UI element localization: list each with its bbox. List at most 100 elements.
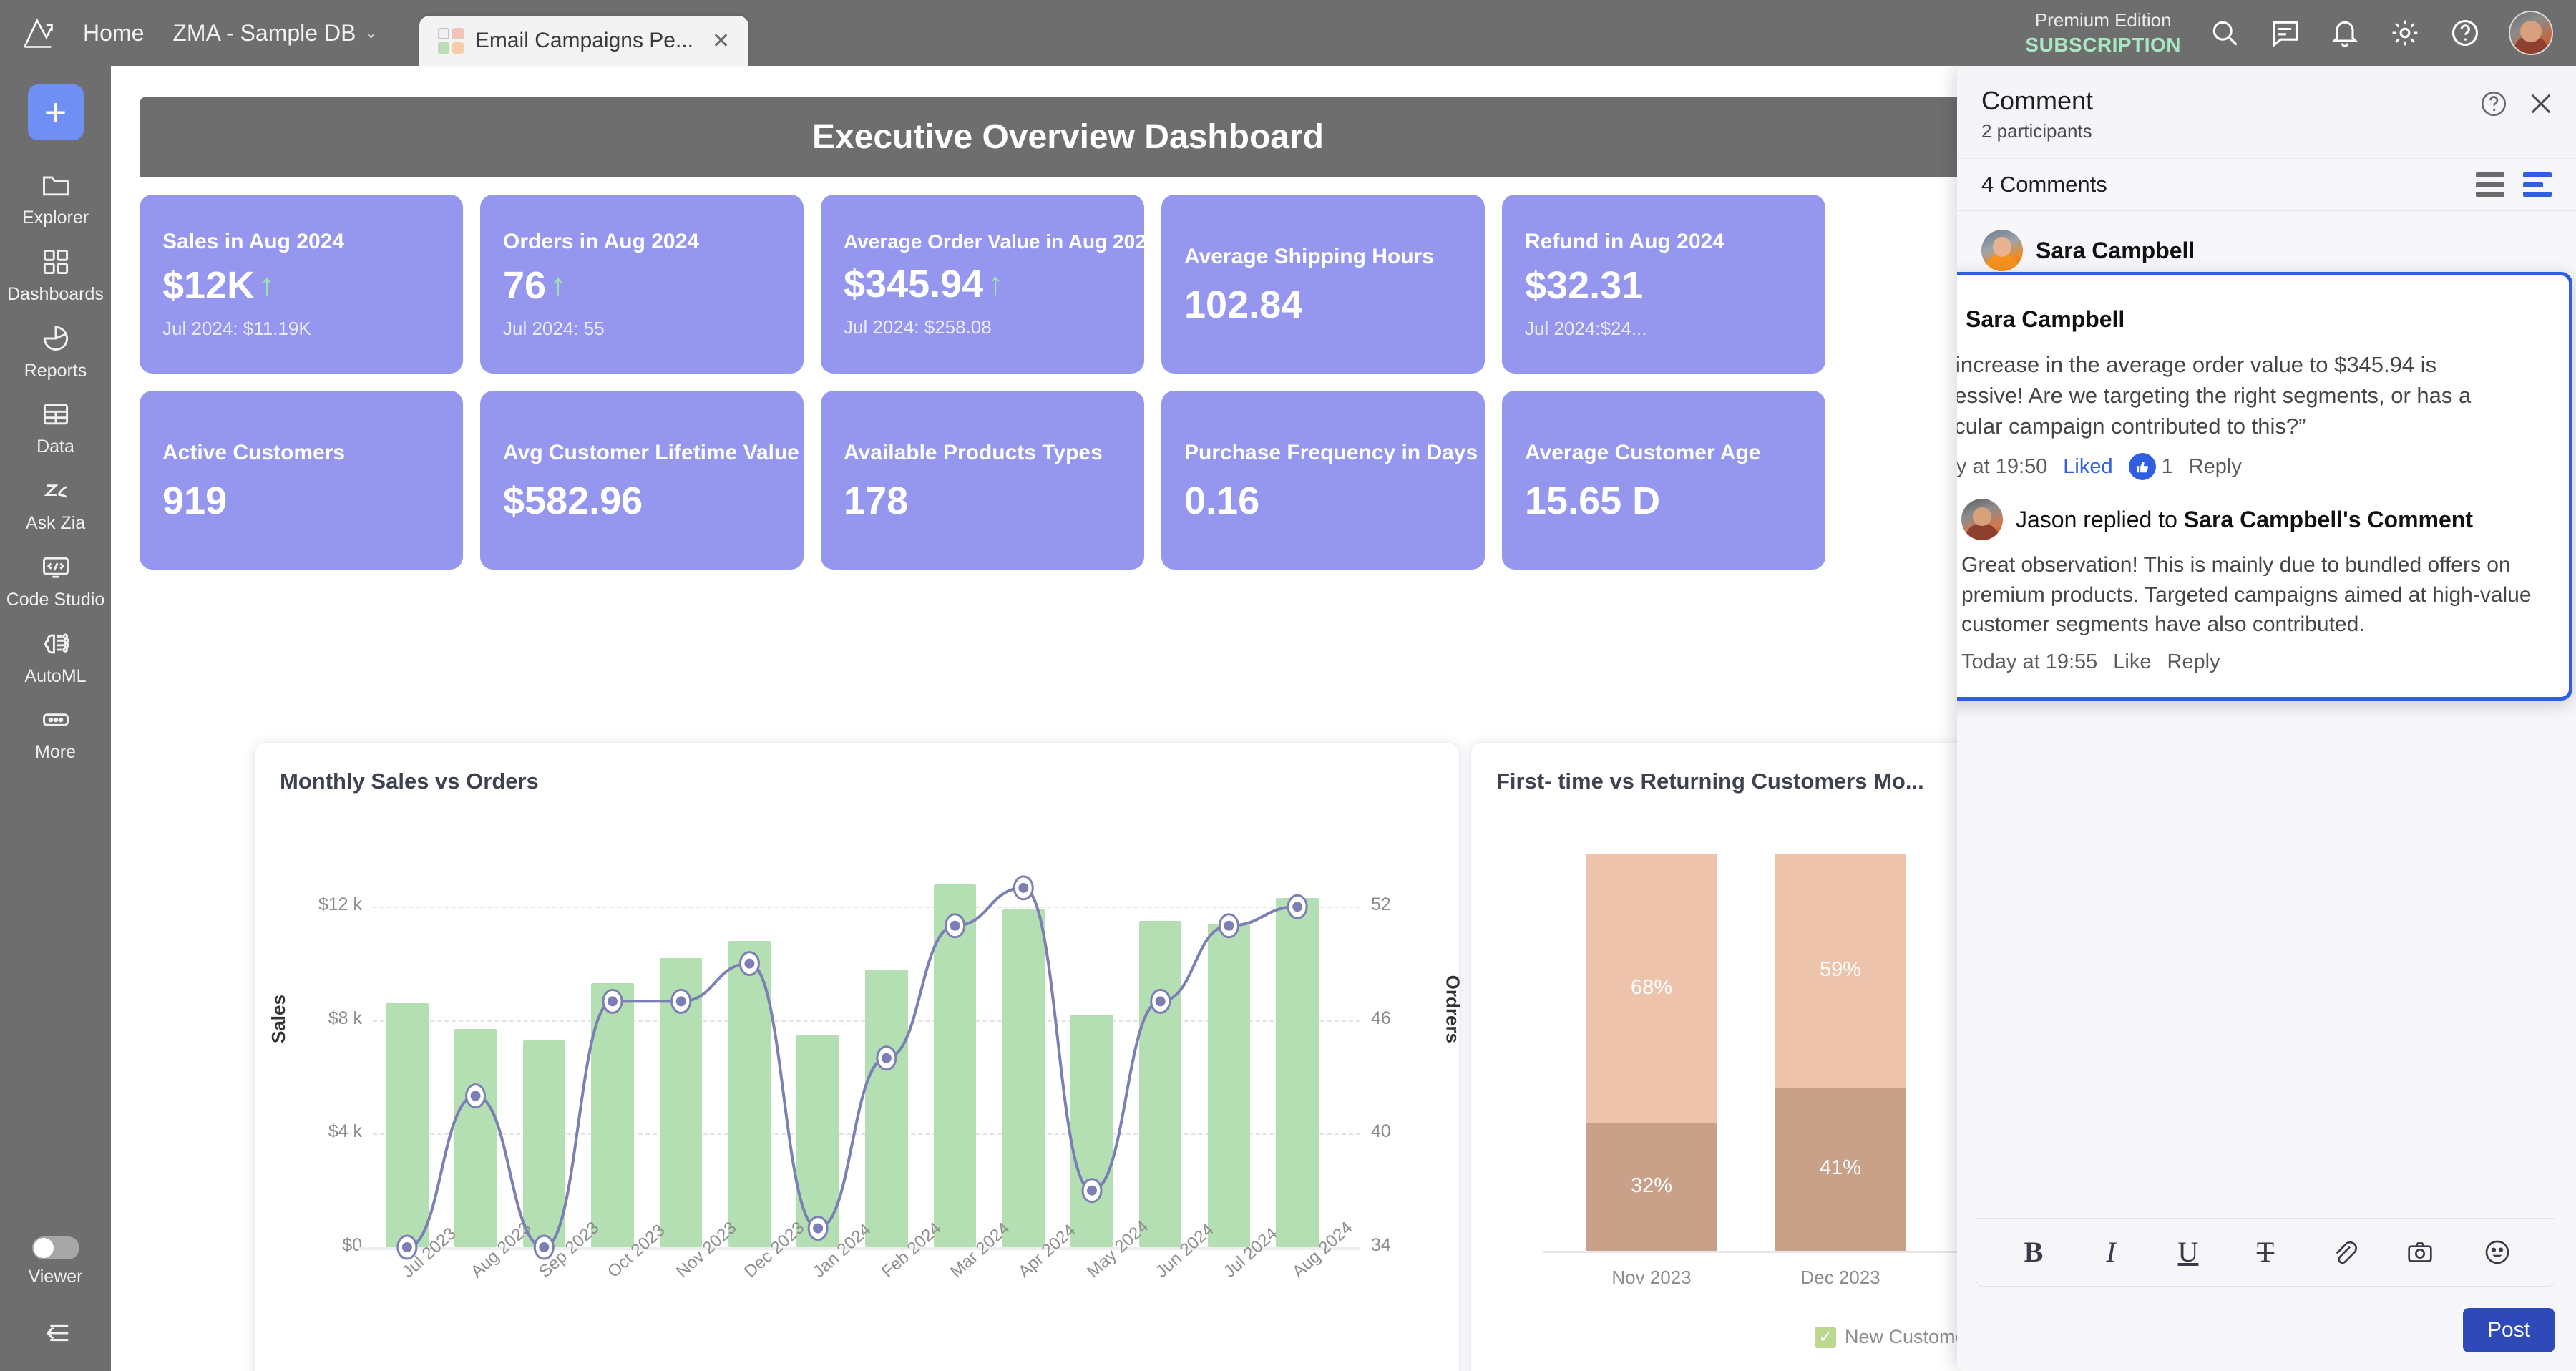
reply-timestamp: Today at 19:55 [1961, 650, 2097, 674]
comment-view-toggles [2476, 172, 2552, 197]
bold-button[interactable]: B [1995, 1238, 2072, 1267]
tab-email-campaigns[interactable]: Email Campaigns Pe... ✕ [419, 16, 748, 66]
italic-icon: I [2106, 1238, 2115, 1267]
bar[interactable] [1070, 1015, 1113, 1247]
underline-button[interactable]: U [2150, 1238, 2227, 1267]
bar[interactable] [1139, 921, 1181, 1247]
like-count-chip[interactable]: 1 [2129, 453, 2173, 480]
add-new-button[interactable] [28, 84, 84, 140]
sidebar-label-automl: AutoML [24, 666, 86, 687]
reply-button[interactable]: Reply [2167, 650, 2220, 674]
comment-timestamp: Today at 19:50 [1957, 455, 2047, 479]
bar[interactable] [454, 1029, 497, 1247]
kpi-card-orders[interactable]: Orders in Aug 2024 76 ↑ Jul 2024: 55 [480, 195, 804, 374]
sidebar-item-reports[interactable]: Reports [0, 312, 111, 389]
gear-icon[interactable] [2389, 16, 2421, 49]
bar[interactable] [728, 941, 771, 1247]
like-button[interactable]: Liked [2063, 455, 2112, 479]
viewer-toggle[interactable]: Viewer [29, 1236, 83, 1287]
edition-label: Premium Edition [2025, 9, 2181, 32]
y-axis-tick: $0 [283, 1235, 362, 1256]
pie-chart-icon [39, 322, 72, 355]
sidebar-item-ask-zia[interactable]: Ask Zia [0, 464, 111, 541]
comment-author-row: Sara Campbell [1981, 230, 2552, 271]
comment-body: The increase in the average order value … [1957, 350, 2543, 441]
bar[interactable] [1208, 924, 1250, 1247]
sidebar-item-code-studio[interactable]: Code Studio [0, 541, 111, 618]
top-bar: Home ZMA - Sample DB ⌄ Email Campaigns P… [0, 0, 2576, 66]
subscription-label: SUBSCRIPTION [2025, 32, 2181, 57]
sidebar-item-explorer[interactable]: Explorer [0, 159, 111, 235]
italic-button[interactable]: I [2072, 1238, 2150, 1267]
sidebar-item-automl[interactable]: AutoML [0, 618, 111, 694]
bar[interactable] [865, 970, 907, 1248]
paperclip-icon [2328, 1238, 2357, 1267]
bar[interactable] [523, 1040, 565, 1247]
close-icon[interactable]: ✕ [712, 29, 730, 54]
camera-button[interactable] [2381, 1238, 2459, 1267]
kpi-card-purchase-frequency[interactable]: Purchase Frequency in Days 0.16 [1161, 391, 1485, 570]
help-icon[interactable] [2449, 16, 2482, 49]
sidebar-item-dashboards[interactable]: Dashboards [0, 235, 111, 312]
bell-icon[interactable] [2328, 16, 2361, 49]
x-axis-tick: Nov 2023 [1586, 1267, 1718, 1289]
close-icon[interactable] [2526, 89, 2556, 119]
sidebar-item-data[interactable]: Data [0, 388, 111, 464]
thumbs-up-icon [2129, 453, 2156, 480]
app-logo[interactable] [0, 14, 77, 52]
comment-panel: Comment 2 participants 4 Comments [1957, 66, 2576, 1371]
kpi-value: $345.94 [844, 265, 983, 303]
list-view-icon[interactable] [2476, 172, 2504, 197]
bar[interactable] [591, 983, 633, 1247]
attachment-button[interactable] [2304, 1238, 2381, 1267]
reply-author: Jason replied to Sara Campbell's Comment [2016, 507, 2473, 533]
kpi-card-sales[interactable]: Sales in Aug 2024 $12K ↑ Jul 2024: $11.1… [140, 195, 463, 374]
grid-icon [39, 245, 72, 278]
help-circle-icon[interactable] [2479, 89, 2509, 119]
strikethrough-button[interactable]: T [2227, 1238, 2304, 1267]
kpi-card-avg-customer-lifetime-value[interactable]: Avg Customer Lifetime Value $582.96 [480, 391, 804, 570]
workspace-selector[interactable]: ZMA - Sample DB ⌄ [172, 20, 378, 47]
chat-icon[interactable] [2268, 16, 2301, 49]
gridline [373, 907, 1360, 908]
bar[interactable] [386, 1003, 428, 1247]
emoji-button[interactable] [2459, 1238, 2536, 1267]
avatar [1961, 499, 2003, 540]
comment-thread-highlighted[interactable]: Sara Campbell The increase in the averag… [1957, 272, 2572, 701]
kpi-title: Avg Customer Lifetime Value [503, 440, 781, 466]
kpi-title: Average Customer Age [1525, 440, 1802, 466]
bar[interactable] [796, 1035, 839, 1247]
bar[interactable] [1276, 898, 1318, 1247]
kpi-card-available-products-types[interactable]: Available Products Types 178 [821, 391, 1144, 570]
legend-item-new-customer[interactable]: ✓New Customer [1815, 1326, 1973, 1348]
collapse-sidebar-icon[interactable] [39, 1320, 72, 1350]
kpi-value-row: $12K ↑ [162, 266, 440, 305]
bar[interactable] [934, 884, 976, 1247]
kpi-card-average-order-value[interactable]: Average Order Value in Aug 2024 $345.94 … [821, 195, 1144, 374]
reply-button[interactable]: Reply [2189, 455, 2242, 479]
kpi-card-average-shipping-hours[interactable]: Average Shipping Hours 102.84 [1161, 195, 1485, 374]
thread-view-icon[interactable] [2523, 172, 2552, 197]
zoho-analytics-logo-icon [20, 14, 57, 52]
kpi-card-active-customers[interactable]: Active Customers 919 [140, 391, 463, 570]
subscription-block[interactable]: Premium Edition SUBSCRIPTION [2025, 9, 2181, 57]
y-axis-tick: $4 k [283, 1121, 362, 1142]
legend-checkbox[interactable]: ✓ [1815, 1327, 1836, 1348]
bar[interactable] [660, 958, 702, 1247]
bar[interactable] [1002, 909, 1045, 1247]
kpi-card-refund[interactable]: Refund in Aug 2024 $32.31 Jul 2024:$24..… [1502, 195, 1825, 374]
like-button[interactable]: Like [2113, 650, 2151, 674]
nav-home[interactable]: Home [83, 20, 144, 47]
dashboard-grid-icon [438, 28, 464, 54]
post-button[interactable]: Post [2463, 1308, 2555, 1352]
toggle-switch[interactable] [32, 1236, 79, 1259]
avatar [1981, 230, 2023, 271]
sidebar-item-more[interactable]: More [0, 693, 111, 770]
kpi-card-average-customer-age[interactable]: Average Customer Age 15.65 D [1502, 391, 1825, 570]
bold-icon: B [2024, 1238, 2044, 1267]
chart-panel-monthly-sales-vs-orders[interactable]: Monthly Sales vs Orders Sales Ordrers $0… [254, 742, 1460, 1371]
trend-up-icon: ↑ [259, 270, 275, 301]
search-icon[interactable] [2208, 16, 2241, 49]
sidebar-label-code-studio: Code Studio [6, 590, 105, 610]
user-avatar[interactable] [2509, 11, 2553, 55]
